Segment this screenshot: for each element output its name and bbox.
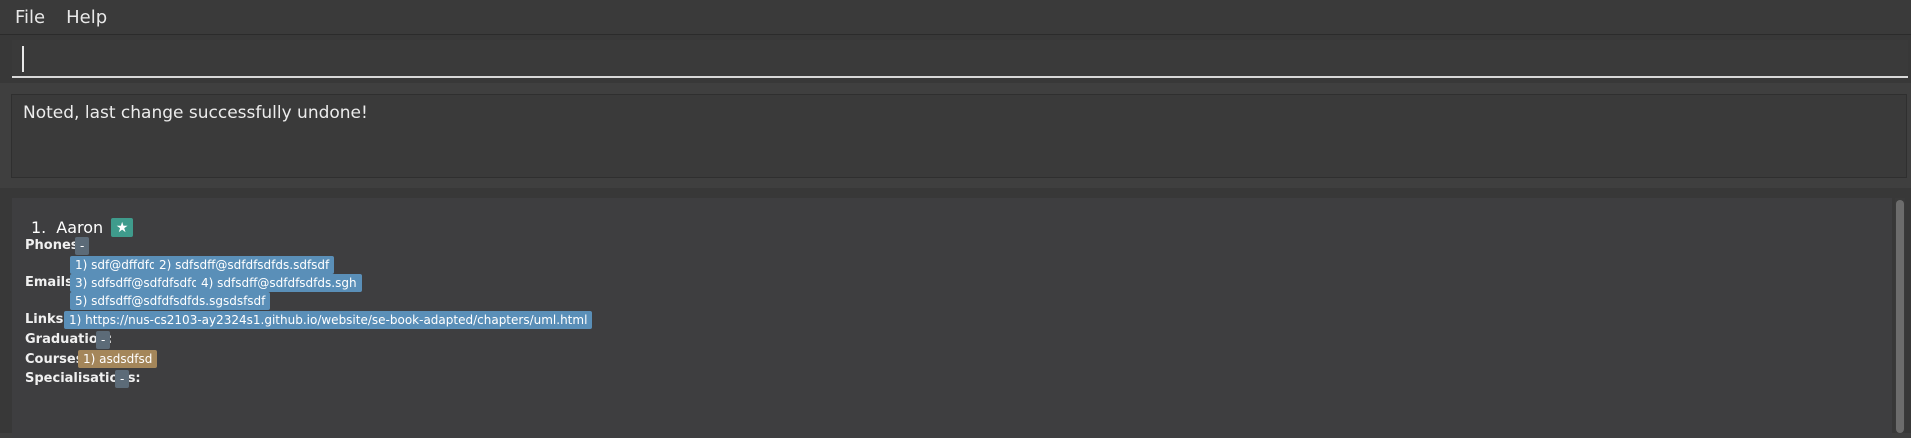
person-index: 1. [31, 218, 47, 237]
phones-empty-chip: - [75, 237, 90, 255]
graduation-empty-chip: - [96, 331, 111, 349]
links-label: Links: [25, 312, 69, 327]
course-chip: 1) asdsdfsd [78, 350, 158, 368]
menu-file[interactable]: File [15, 7, 45, 28]
email-chip: 2) sdfsdff@sdfdfsdfds.sdfsdf [154, 256, 335, 274]
menu-help[interactable]: Help [66, 7, 107, 28]
menu-bar: File Help [0, 0, 1911, 35]
result-display: Noted, last change successfully undone! [11, 94, 1907, 178]
command-box [0, 35, 1911, 83]
person-list-panel: 1. Aaron ★ Phones: - 1) sdf@dffdfd.sd 2)… [0, 188, 1911, 438]
star-icon: ★ [111, 218, 134, 237]
person-header: 1. Aaron ★ [31, 218, 134, 237]
text-caret [22, 46, 24, 72]
command-input[interactable] [12, 40, 1908, 78]
link-chip[interactable]: 1) https://nus-cs2103-ay2324s1.github.io… [64, 311, 593, 329]
result-message: Noted, last change successfully undone! [23, 103, 368, 123]
scrollbar-thumb[interactable] [1896, 200, 1904, 433]
specialisations-empty-chip: - [115, 370, 130, 388]
person-name: Aaron [56, 218, 104, 237]
person-card[interactable]: 1. Aaron ★ Phones: - 1) sdf@dffdfd.sd 2)… [12, 198, 1892, 438]
email-chip: 5) sdfsdff@sdfdfsdfds.sgsdsfsdf [70, 292, 271, 310]
email-chip: 4) sdfsdff@sdfdfsdfds.sgh [196, 274, 362, 292]
